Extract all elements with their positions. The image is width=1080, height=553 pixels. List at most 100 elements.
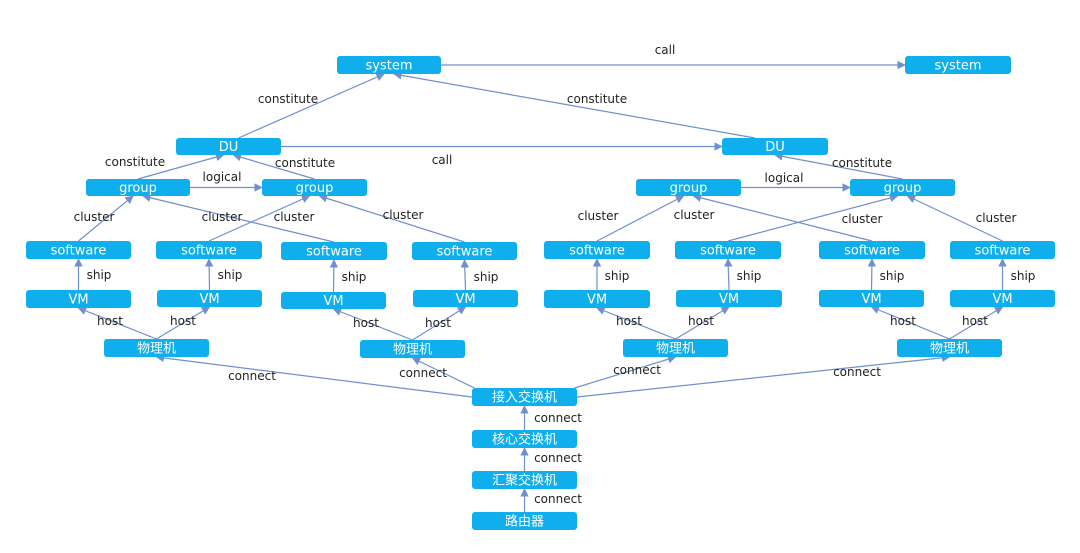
node-pm2[interactable]: 物理机 (360, 340, 465, 358)
node-sw2[interactable]: software (156, 241, 262, 259)
edge-label-host: host (97, 314, 123, 328)
edge-label-constitute: constitute (275, 156, 335, 170)
edge-label-call: call (432, 153, 453, 167)
edge-label-logical: logical (203, 170, 242, 184)
edge-label-ship: ship (87, 268, 112, 282)
node-agg[interactable]: 汇聚交换机 (472, 471, 577, 489)
edge-constitute-du2-to-system1 (393, 71, 756, 139)
node-label: software (437, 245, 493, 260)
edge-label-connect: connect (833, 365, 881, 379)
node-pm3[interactable]: 物理机 (623, 339, 728, 357)
node-vm3[interactable]: VM (281, 292, 386, 309)
node-sw3[interactable]: software (281, 242, 387, 260)
edge-label-cluster: cluster (578, 209, 619, 223)
edge-label-cluster: cluster (202, 210, 243, 224)
node-sw6[interactable]: software (675, 241, 781, 259)
edge-label-host: host (353, 316, 379, 330)
node-label: software (306, 245, 362, 260)
node-label: 汇聚交换机 (492, 473, 557, 489)
node-vm8[interactable]: VM (950, 290, 1055, 307)
node-system2[interactable]: system (905, 56, 1011, 74)
edge-label-host: host (425, 316, 451, 330)
node-vm6[interactable]: VM (676, 290, 782, 307)
edge-label-connect: connect (534, 451, 582, 465)
edge-ship-vm7-to-sw7 (867, 258, 877, 291)
node-label: 物理机 (393, 343, 432, 358)
edge-label-cluster: cluster (674, 208, 715, 222)
node-label: VM (719, 292, 739, 307)
node-vm4[interactable]: VM (413, 290, 518, 307)
edge-label-cluster: cluster (274, 210, 315, 224)
node-label: system (366, 59, 413, 74)
edge-label-host: host (170, 314, 196, 328)
edge-label-connect: connect (613, 363, 661, 377)
node-sw4[interactable]: software (412, 242, 517, 260)
edge-label-cluster: cluster (383, 208, 424, 222)
node-label: DU (219, 140, 239, 155)
node-label: VM (68, 293, 88, 308)
node-label: VM (861, 292, 881, 307)
node-label: software (975, 244, 1031, 259)
node-du2[interactable]: DU (722, 138, 828, 155)
node-group4[interactable]: group (850, 179, 955, 196)
node-label: VM (992, 292, 1012, 307)
edge-ship-vm4-to-sw4 (460, 259, 469, 291)
node-label: DU (765, 140, 785, 155)
node-label: group (296, 181, 334, 196)
node-label: group (670, 181, 708, 196)
node-label: 路由器 (505, 514, 544, 530)
node-label: system (935, 59, 982, 74)
node-label: 物理机 (137, 342, 176, 357)
edge-label-ship: ship (1011, 269, 1036, 283)
node-du1[interactable]: DU (176, 138, 281, 155)
node-label: software (181, 244, 237, 259)
node-core[interactable]: 核心交换机 (472, 430, 577, 448)
edge-label-host: host (616, 314, 642, 328)
edge-label-constitute: constitute (258, 92, 318, 106)
node-label: group (119, 181, 157, 196)
node-sw5[interactable]: software (544, 241, 650, 259)
node-label: VM (199, 292, 219, 307)
edge-label-host: host (890, 314, 916, 328)
node-group1[interactable]: group (86, 179, 190, 196)
node-label: 物理机 (930, 342, 969, 357)
node-group3[interactable]: group (636, 179, 741, 196)
edge-constitute-du1-to-system1 (238, 73, 385, 139)
node-label: software (569, 244, 625, 259)
edge-label-host: host (688, 314, 714, 328)
edge-label-connect: connect (228, 369, 276, 383)
node-pm4[interactable]: 物理机 (897, 339, 1002, 357)
edge-label-ship: ship (737, 269, 762, 283)
node-sw8[interactable]: software (950, 241, 1055, 259)
edge-label-ship: ship (605, 269, 630, 283)
node-vm1[interactable]: VM (26, 290, 131, 308)
node-vm7[interactable]: VM (819, 290, 924, 307)
node-label: software (51, 244, 107, 259)
edge-label-ship: ship (218, 268, 243, 282)
node-sw1[interactable]: software (26, 241, 131, 259)
edge-label-ship: ship (474, 270, 499, 284)
edge-ship-vm6-to-sw6 (724, 258, 733, 291)
edge-label-logical: logical (765, 171, 804, 185)
edge-label-ship: ship (880, 269, 905, 283)
edge-label-connect: connect (534, 411, 582, 425)
node-sw7[interactable]: software (819, 241, 925, 259)
node-vm2[interactable]: VM (157, 290, 262, 307)
node-label: 核心交换机 (492, 432, 557, 448)
node-label: software (844, 244, 900, 259)
node-label: software (700, 244, 756, 259)
edge-label-constitute: constitute (567, 92, 627, 106)
edge-label-constitute: constitute (105, 155, 165, 169)
node-group2[interactable]: group (262, 179, 367, 196)
edge-label-constitute: constitute (832, 156, 892, 170)
edge-ship-vm2-to-sw2 (204, 258, 214, 291)
node-label: VM (587, 293, 607, 308)
edge-label-call: call (655, 43, 676, 57)
node-router[interactable]: 路由器 (472, 512, 577, 530)
node-system1[interactable]: system (337, 56, 441, 74)
node-label: VM (455, 292, 475, 307)
edge-label-connect: connect (399, 366, 447, 380)
node-access[interactable]: 接入交换机 (472, 388, 577, 406)
node-pm1[interactable]: 物理机 (104, 339, 209, 357)
node-vm5[interactable]: VM (544, 290, 650, 308)
